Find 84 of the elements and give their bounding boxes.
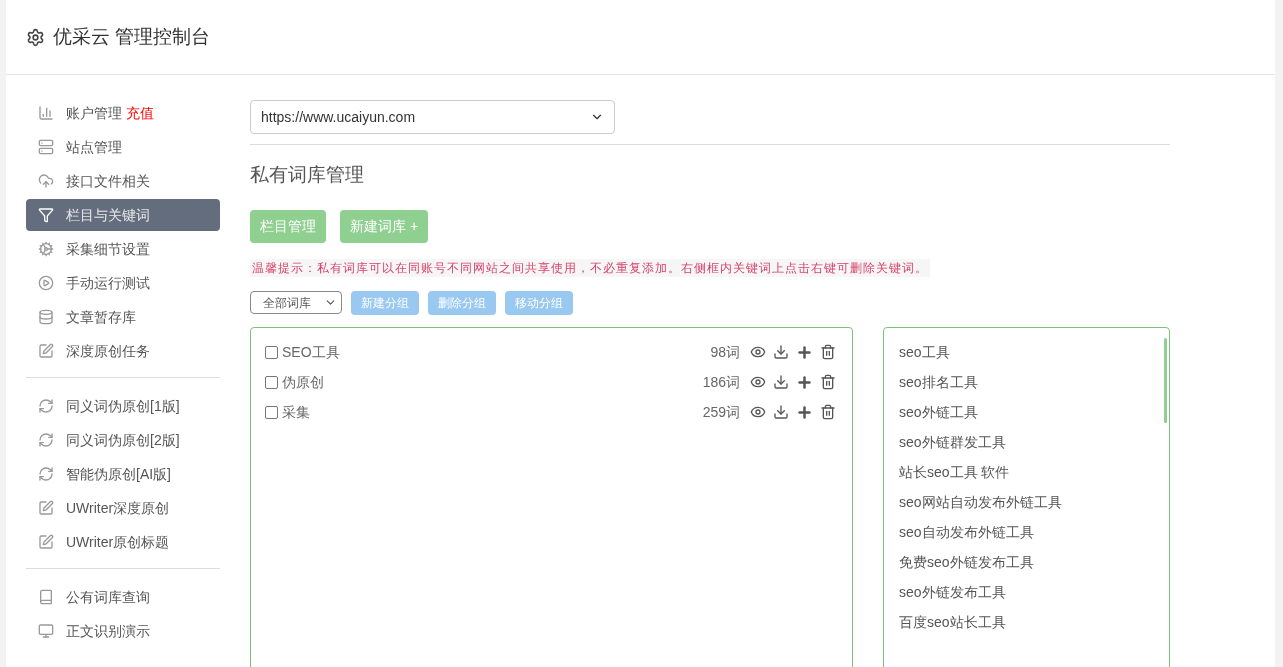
trash-icon[interactable] [820, 344, 836, 360]
sidebar-item[interactable]: 接口文件相关 [26, 165, 220, 197]
console-title: 优采云 管理控制台 [53, 24, 211, 49]
sidebar-item[interactable]: 智能伪原创[AI版] [26, 458, 220, 490]
section-title: 私有词库管理 [250, 163, 365, 187]
add-icon[interactable] [796, 374, 813, 391]
sidebar-item[interactable]: 账户管理 充值 [26, 97, 220, 129]
sidebar-item[interactable]: 同义词伪原创[1版] [26, 390, 220, 422]
keyword-item[interactable]: 站长seo工具 软件 [899, 457, 1169, 488]
sidebar-item[interactable]: 栏目与关键词 [26, 199, 220, 231]
sidebar-item[interactable]: 同义词伪原创[2版] [26, 424, 220, 456]
sidebar-item[interactable]: 正文识别演示 [26, 615, 220, 647]
word-count: 186词 [702, 373, 740, 392]
keyword-item[interactable]: seo外链发布工具 [899, 577, 1169, 608]
sidebar-label: 手动运行测试 [66, 273, 150, 293]
monitor-icon [38, 623, 54, 639]
keyword-item[interactable]: 免费seo外链发布工具 [899, 547, 1169, 578]
view-icon[interactable] [750, 374, 766, 390]
library-name: SEO工具 [282, 343, 340, 362]
server-icon [38, 139, 54, 155]
site-select[interactable]: https://www.ucaiyun.com [250, 100, 615, 134]
keyword-item[interactable]: seo外链工具 [899, 397, 1169, 428]
library-checkbox[interactable] [265, 346, 278, 359]
trash-icon[interactable] [820, 374, 836, 390]
sidebar-label: 智能伪原创[AI版] [66, 464, 171, 484]
scrollbar-thumb[interactable] [1164, 337, 1167, 423]
sidebar-item[interactable]: 深度原创任务 [26, 335, 220, 367]
cloud-upload-icon [38, 173, 54, 189]
word-count: 98词 [710, 343, 740, 362]
trash-icon[interactable] [820, 404, 836, 420]
sidebar-item[interactable]: UWriter原创标题 [26, 526, 220, 558]
sidebar-label: 账户管理 [66, 103, 122, 123]
library-checkbox[interactable] [265, 376, 278, 389]
download-icon[interactable] [773, 374, 789, 390]
sidebar-item[interactable]: 手动运行测试 [26, 267, 220, 299]
sidebar-item[interactable]: UWriter深度原创 [26, 492, 220, 524]
sidebar-label: 站点管理 [66, 137, 122, 157]
settings-icon [26, 27, 45, 47]
library-name: 伪原创 [282, 373, 324, 392]
download-icon[interactable] [773, 344, 789, 360]
sidebar-label: 同义词伪原创[1版] [66, 396, 180, 416]
sidebar-label: UWriter原创标题 [66, 532, 170, 552]
tip-text: 温馨提示：私有词库可以在同账号不同网站之间共享使用，不必重复添加。右侧框内关键词上点击右键可删除关键词。 [250, 258, 930, 277]
library-checkbox[interactable] [265, 406, 278, 419]
sidebar-label: 深度原创任务 [66, 341, 150, 361]
keyword-item[interactable]: seo外链群发工具 [899, 427, 1169, 458]
sidebar-label: 栏目与关键词 [66, 205, 150, 225]
sidebar-label: UWriter深度原创 [66, 498, 170, 518]
edit-icon [38, 500, 54, 516]
sidebar-label: 公有词库查询 [66, 587, 150, 607]
keyword-item[interactable]: seo网站自动发布外链工具 [899, 487, 1169, 518]
library-filter-select[interactable]: 全部词库 [250, 291, 342, 314]
refresh-icon [38, 432, 54, 448]
library-name: 采集 [282, 403, 310, 422]
play-icon [38, 275, 54, 291]
sidebar-item[interactable]: 公有词库查询 [26, 581, 220, 613]
keyword-item[interactable]: seo工具 [899, 337, 1169, 368]
filter-icon [38, 207, 54, 223]
sidebar-label: 采集细节设置 [66, 239, 150, 259]
refresh-icon [38, 398, 54, 414]
sidebar-label: 正文识别演示 [66, 621, 150, 641]
word-count: 259词 [702, 403, 740, 422]
edit-icon [38, 534, 54, 550]
sidebar-item[interactable]: 文章暂存库 [26, 301, 220, 333]
view-icon[interactable] [750, 344, 766, 360]
database-icon [38, 309, 54, 325]
view-icon[interactable] [750, 404, 766, 420]
add-icon[interactable] [796, 404, 813, 421]
refresh-icon [38, 466, 54, 482]
keyword-item[interactable]: seo排名工具 [899, 367, 1169, 398]
edit-icon [38, 343, 54, 359]
sidebar-item[interactable]: 站点管理 [26, 131, 220, 163]
download-icon[interactable] [773, 404, 789, 420]
sidebar-label: 文章暂存库 [66, 307, 136, 327]
sidebar-item[interactable]: 采集细节设置 [26, 233, 220, 265]
keyword-item[interactable]: seo自动发布外链工具 [899, 517, 1169, 548]
add-icon[interactable] [796, 344, 813, 361]
gears-icon [38, 241, 54, 257]
book-icon [38, 589, 54, 605]
recharge-link[interactable]: 充值 [126, 102, 154, 124]
keyword-item[interactable]: 百度seo站长工具 [899, 607, 1169, 638]
bar-chart-icon [38, 105, 54, 121]
sidebar-label: 同义词伪原创[2版] [66, 430, 180, 450]
sidebar-label: 接口文件相关 [66, 171, 150, 191]
